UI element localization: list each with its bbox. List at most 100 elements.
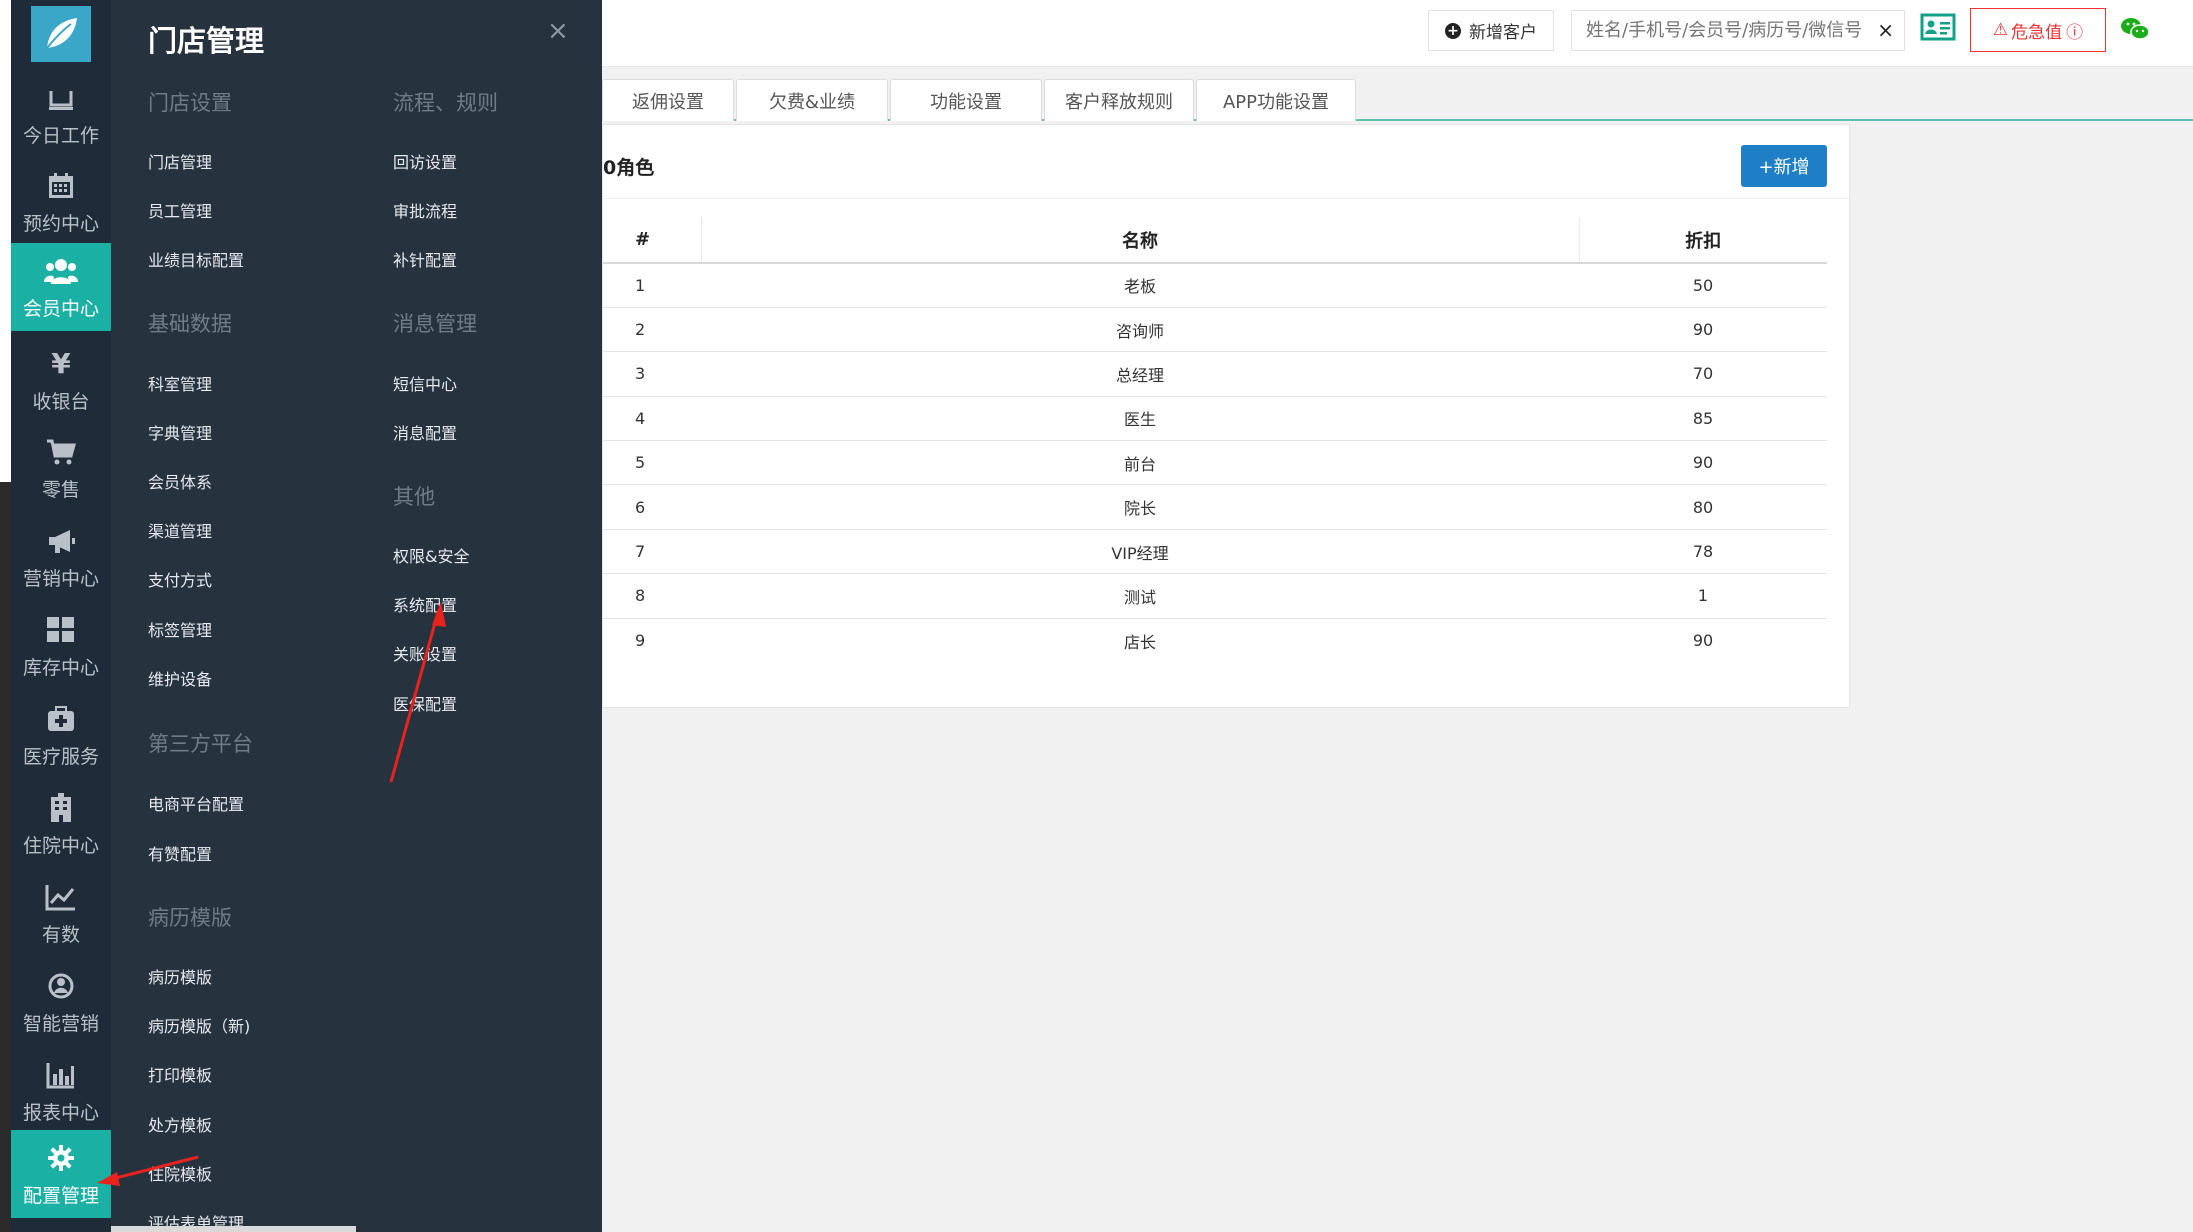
menu-link-booster-config[interactable]: 补针配置 bbox=[393, 247, 457, 271]
nav-item-member-center[interactable]: 会员中心 bbox=[11, 243, 111, 331]
nav-label: 智能营销 bbox=[22, 1012, 99, 1035]
role-table: # 名称 折扣 1 老板 50 2 咨询师 90 3 总经理 70 4 医生 85 5 前台 90 … bbox=[603, 217, 1827, 663]
nav-item-marketing[interactable]: 营销中心 bbox=[11, 513, 111, 601]
menu-link-sms-center[interactable]: 短信中心 bbox=[393, 371, 457, 395]
gear-icon bbox=[44, 1141, 78, 1175]
menu-link-prescription-template[interactable]: 处方模板 bbox=[148, 1112, 212, 1136]
cell-index: 1 bbox=[603, 263, 701, 308]
menu-link-approval-flow[interactable]: 审批流程 bbox=[393, 198, 457, 222]
tab-commission[interactable]: 返佣设置 bbox=[602, 79, 734, 121]
nav-item-youshu[interactable]: 有数 bbox=[11, 869, 111, 957]
nav-item-reports[interactable]: 报表中心 bbox=[11, 1047, 111, 1135]
menu-link-permission-security[interactable]: 权限&安全 bbox=[393, 543, 469, 567]
customer-search-box[interactable]: × bbox=[1571, 10, 1905, 51]
cell-discount: 90 bbox=[1579, 307, 1827, 353]
tab-arrears-performance[interactable]: 欠费&业绩 bbox=[736, 79, 888, 121]
critical-value-label: 危急值 bbox=[2011, 22, 2063, 43]
desk-icon bbox=[44, 81, 78, 115]
tab-app-settings[interactable]: APP功能设置 bbox=[1196, 79, 1356, 121]
tab-function-settings[interactable]: 功能设置 bbox=[890, 79, 1042, 121]
nav-label: 库存中心 bbox=[22, 656, 99, 679]
menu-link-channel[interactable]: 渠道管理 bbox=[148, 518, 212, 542]
cell-index: 9 bbox=[635, 631, 646, 651]
table-row[interactable]: 4 医生 85 bbox=[603, 396, 1827, 442]
column-header-name: 名称 bbox=[701, 217, 1580, 264]
close-icon[interactable]: × bbox=[547, 16, 569, 46]
section-head-message: 消息管理 bbox=[393, 312, 477, 336]
cell-index: 3 bbox=[603, 351, 701, 397]
nav-item-medical-service[interactable]: 医疗服务 bbox=[11, 691, 111, 779]
nav-item-cashier[interactable]: ¥ 收银台 bbox=[11, 336, 111, 424]
menu-link-member-system[interactable]: 会员体系 bbox=[148, 469, 212, 493]
nav-item-retail[interactable]: 零售 bbox=[11, 424, 111, 512]
settings-tabs: 返佣设置 欠费&业绩 功能设置 客户释放规则 APP功能设置 bbox=[602, 79, 2193, 121]
table-row[interactable]: 9 店长 90 bbox=[603, 618, 1827, 662]
add-customer-button[interactable]: + 新增客户 bbox=[1428, 10, 1554, 51]
section-head-store: 门店设置 bbox=[148, 91, 232, 115]
menu-link-record-template-new[interactable]: 病历模版（新) bbox=[148, 1013, 250, 1037]
menu-link-followup[interactable]: 回访设置 bbox=[393, 149, 457, 173]
add-role-button[interactable]: +新增 bbox=[1741, 145, 1827, 187]
megaphone-icon bbox=[44, 524, 78, 558]
menu-link-insurance-config[interactable]: 医保配置 bbox=[393, 691, 457, 715]
nav-label: 报表中心 bbox=[22, 1101, 99, 1124]
info-circle-icon: ⓘ bbox=[2066, 22, 2084, 43]
horizontal-scrollbar[interactable] bbox=[111, 1226, 356, 1232]
clear-search-icon[interactable]: × bbox=[1877, 18, 1894, 42]
table-row[interactable]: 8 测试 1 bbox=[603, 573, 1827, 619]
section-head-other: 其他 bbox=[393, 485, 435, 509]
bar-chart-icon bbox=[44, 1058, 78, 1092]
menu-link-ecommerce[interactable]: 电商平台配置 bbox=[148, 791, 244, 815]
nav-item-config-management[interactable]: 配置管理 bbox=[11, 1130, 111, 1218]
menu-link-closing-settings[interactable]: 关账设置 bbox=[393, 641, 457, 665]
nav-item-appointment[interactable]: 预约中心 bbox=[11, 158, 111, 246]
leaf-logo-icon bbox=[46, 18, 77, 49]
menu-link-youzan[interactable]: 有赞配置 bbox=[148, 841, 212, 865]
nav-label: 收银台 bbox=[32, 390, 90, 413]
config-flyout-menu: 门店管理 × 门店设置 门店管理 员工管理 业绩目标配置 基础数据 科室管理 字… bbox=[111, 0, 602, 1232]
customer-search-input[interactable] bbox=[1586, 20, 1866, 41]
app-logo[interactable] bbox=[31, 6, 91, 62]
table-row[interactable]: 3 总经理 70 bbox=[603, 351, 1827, 397]
menu-link-system-config[interactable]: 系统配置 bbox=[393, 592, 457, 616]
table-row[interactable]: 1 老板 50 bbox=[603, 263, 1827, 308]
table-row[interactable]: 6 院长 80 bbox=[603, 484, 1827, 530]
nav-item-inpatient[interactable]: 住院中心 bbox=[11, 780, 111, 868]
left-edge-strip-dark bbox=[0, 482, 11, 1232]
nav-item-inventory[interactable]: 库存中心 bbox=[11, 602, 111, 690]
cell-discount: 1 bbox=[1579, 573, 1827, 619]
wechat-icon[interactable] bbox=[2120, 16, 2150, 44]
menu-link-department[interactable]: 科室管理 bbox=[148, 371, 212, 395]
menu-link-print-template[interactable]: 打印模板 bbox=[148, 1062, 212, 1086]
table-row[interactable]: 7 VIP经理 78 bbox=[603, 529, 1827, 575]
grid-icon bbox=[44, 613, 78, 647]
table-row[interactable]: 5 前台 90 bbox=[603, 440, 1827, 486]
cell-discount: 85 bbox=[1579, 396, 1827, 442]
panel-title: 0角色 bbox=[603, 157, 655, 179]
menu-link-dictionary[interactable]: 字典管理 bbox=[148, 420, 212, 444]
menu-link-staff-management[interactable]: 员工管理 bbox=[148, 198, 212, 222]
section-head-flow-rules: 流程、规则 bbox=[393, 91, 498, 115]
cell-discount: 80 bbox=[1579, 484, 1827, 530]
nav-item-smart-marketing[interactable]: 智能营销 bbox=[11, 958, 111, 1046]
medkit-icon bbox=[44, 702, 78, 736]
nav-item-today-work[interactable]: 今日工作 bbox=[11, 70, 111, 158]
id-card-icon[interactable] bbox=[1920, 12, 1956, 46]
critical-value-button[interactable]: ⚠ 危急值 ⓘ bbox=[1970, 8, 2106, 52]
cell-name: 老板 bbox=[701, 263, 1579, 308]
table-row[interactable]: 2 咨询师 90 bbox=[603, 307, 1827, 353]
menu-link-payment-method[interactable]: 支付方式 bbox=[148, 567, 212, 591]
plus-circle-icon: + bbox=[1445, 22, 1461, 39]
menu-link-record-template[interactable]: 病历模版 bbox=[148, 964, 212, 988]
role-panel: 0角色 +新增 # 名称 折扣 1 老板 50 2 咨询师 90 3 总经理 70 4 医生 8… bbox=[602, 124, 1850, 708]
menu-link-device-maintenance[interactable]: 维护设备 bbox=[148, 666, 212, 690]
tab-customer-release[interactable]: 客户释放规则 bbox=[1044, 79, 1194, 121]
menu-link-message-config[interactable]: 消息配置 bbox=[393, 420, 457, 444]
nav-label: 医疗服务 bbox=[22, 745, 99, 768]
menu-link-inpatient-template[interactable]: 住院模板 bbox=[148, 1161, 212, 1185]
menu-link-store-management[interactable]: 门店管理 bbox=[148, 149, 212, 173]
menu-link-target-config[interactable]: 业绩目标配置 bbox=[148, 247, 244, 271]
cell-name: VIP经理 bbox=[701, 529, 1579, 575]
menu-link-tag-management[interactable]: 标签管理 bbox=[148, 617, 212, 641]
table-header-row: # 名称 折扣 bbox=[603, 217, 1827, 264]
